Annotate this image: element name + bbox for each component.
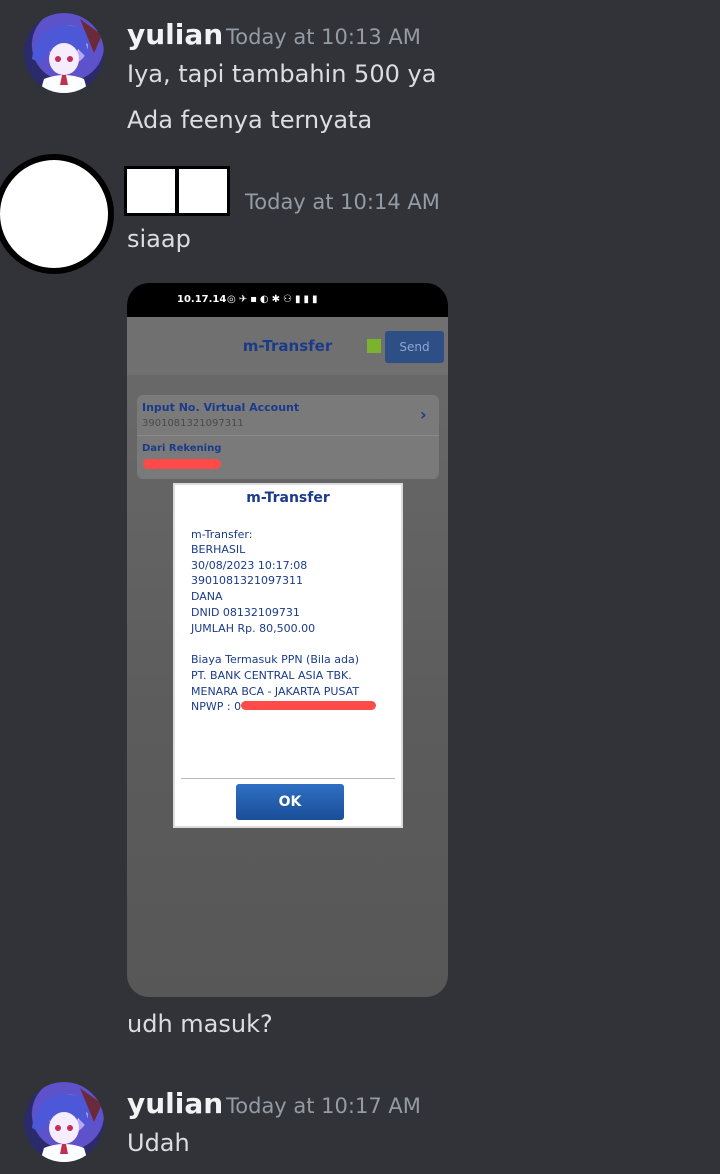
divider <box>137 435 439 436</box>
send-button: Send <box>385 331 444 363</box>
redacted-name-block <box>124 166 178 216</box>
va-number: 3901081321097311 <box>142 418 244 429</box>
dialog-line: JUMLAH Rp. 80,500.00 <box>191 622 316 635</box>
username-yulian[interactable]: yulian <box>127 1087 223 1120</box>
anime-avatar-icon <box>32 1088 102 1162</box>
message-text: Ada feenya ternyata <box>127 106 373 134</box>
status-icons: ◎✈▪◐✱⚇▮▮▮ <box>227 294 321 305</box>
dialog-line: NPWP : 0 <box>191 700 242 713</box>
message-text: udh masuk? <box>127 1010 273 1038</box>
message-timestamp: Today at 10:14 AM <box>245 190 440 214</box>
avatar-yulian[interactable] <box>24 1082 104 1162</box>
dialog-line: BERHASIL <box>191 543 246 556</box>
status-time: 10.17.14 <box>177 294 227 305</box>
anime-avatar-icon <box>32 19 102 93</box>
rekening-label: Dari Rekening <box>142 443 222 454</box>
status-indicator <box>367 339 381 353</box>
app-header: m-Transfer Send <box>127 317 448 375</box>
va-label: Input No. Virtual Account <box>142 401 300 414</box>
dialog-line: Biaya Termasuk PPN (Bila ada) <box>191 653 359 666</box>
avatar-yulian[interactable] <box>24 13 104 93</box>
divider <box>181 778 395 779</box>
transfer-result-dialog: m-Transfer m-Transfer: BERHASIL 30/08/20… <box>173 483 403 828</box>
dialog-line: MENARA BCA - JAKARTA PUSAT <box>191 685 360 698</box>
dialog-line: m-Transfer: <box>191 528 253 541</box>
redaction-scribble <box>241 701 376 710</box>
message-text: Iya, tapi tambahin 500 ya <box>127 60 437 88</box>
dialog-line: 30/08/2023 10:17:08 <box>191 559 308 572</box>
ok-button: OK <box>236 784 344 820</box>
message-text: siaap <box>127 225 191 253</box>
username-yulian[interactable]: yulian <box>127 18 223 51</box>
message-timestamp: Today at 10:17 AM <box>226 1094 421 1118</box>
image-attachment[interactable]: 10.17.14 ◎✈▪◐✱⚇▮▮▮ m-Transfer Send Input… <box>127 283 448 997</box>
dialog-line: 3901081321097311 <box>191 574 303 587</box>
chevron-right-icon: › <box>420 405 427 424</box>
phone-status-bar: 10.17.14 ◎✈▪◐✱⚇▮▮▮ <box>127 283 448 317</box>
dialog-line: DNID 08132109731 <box>191 606 300 619</box>
avatar-redacted[interactable] <box>0 154 114 274</box>
message-timestamp: Today at 10:13 AM <box>226 25 421 49</box>
redaction-scribble <box>143 459 221 469</box>
dialog-line: PT. BANK CENTRAL ASIA TBK. <box>191 669 352 682</box>
message-text: Udah <box>127 1129 190 1157</box>
dialog-title: m-Transfer <box>246 490 330 506</box>
virtual-account-panel: Input No. Virtual Account 39010813210973… <box>137 395 439 479</box>
redacted-name-block <box>176 166 230 216</box>
dialog-line: DANA <box>191 590 223 603</box>
